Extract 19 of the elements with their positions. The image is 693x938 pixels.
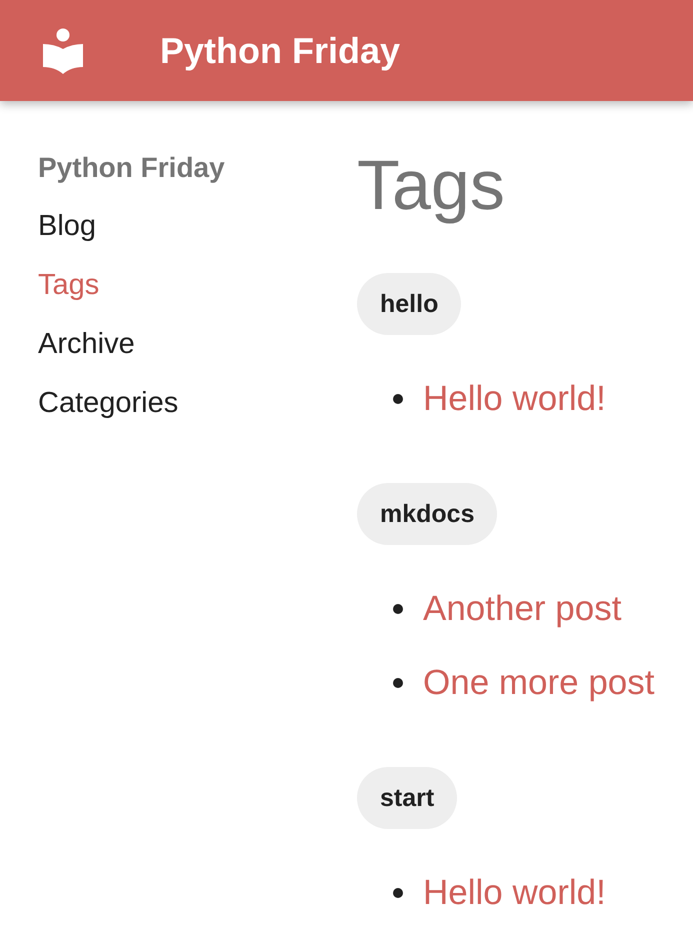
nav-link[interactable]: Categories bbox=[38, 374, 178, 433]
site-title[interactable]: Python Friday bbox=[160, 28, 400, 72]
tag-chip: mkdocs bbox=[357, 483, 498, 545]
bullet-icon bbox=[393, 604, 403, 614]
nav-link[interactable]: Archive bbox=[38, 315, 135, 374]
sidebar-title: Python Friday bbox=[38, 151, 225, 185]
person-reading-book-icon[interactable] bbox=[43, 28, 83, 74]
post-link[interactable]: Another post bbox=[423, 585, 622, 633]
nav-link[interactable]: Tags bbox=[38, 256, 100, 315]
bullet-icon bbox=[393, 394, 403, 404]
bullet-icon bbox=[393, 888, 403, 898]
tag-chip: hello bbox=[357, 273, 462, 335]
tag-chip: start bbox=[357, 767, 458, 829]
post-link[interactable]: One more post bbox=[423, 659, 654, 707]
bullet-icon bbox=[393, 678, 403, 688]
post-link[interactable]: Hello world! bbox=[423, 375, 606, 423]
post-link[interactable]: Hello world! bbox=[423, 869, 606, 917]
page-heading: Tags bbox=[357, 145, 506, 225]
nav-link[interactable]: Blog bbox=[38, 197, 96, 256]
